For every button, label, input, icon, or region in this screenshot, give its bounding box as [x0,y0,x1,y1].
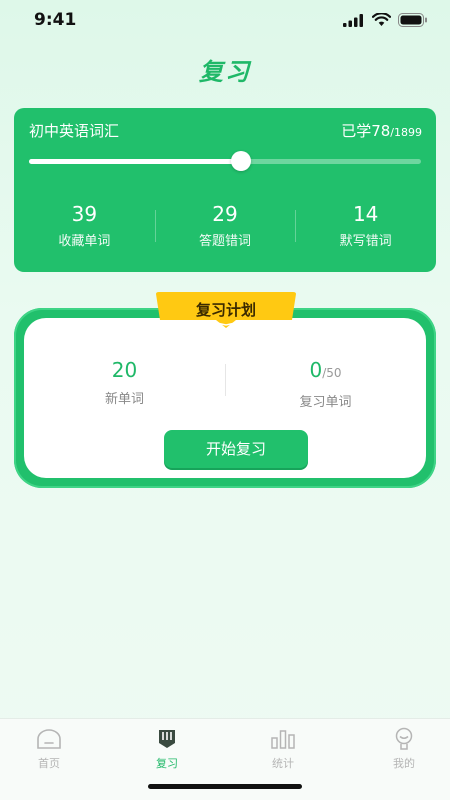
plan-review-words: 0/50 复习单词 [225,358,426,410]
new-words-value: 20 [111,358,138,382]
battery-icon [398,13,427,27]
home-icon [9,727,89,751]
tab-stats[interactable]: 统计 [243,727,323,771]
tab-home[interactable]: 首页 [9,727,89,771]
vocab-book-name[interactable]: 初中英语词汇 [29,120,119,141]
learned-total: /1899 [390,126,422,139]
stats-icon [243,727,323,751]
tab-label: 复习 [156,757,178,770]
progress-thumb[interactable] [230,151,251,171]
stat-label: 默写错词 [339,234,392,249]
tab-profile[interactable]: 我的 [364,727,444,771]
stat-label: 收藏单词 [58,234,111,249]
review-words-label: 复习单词 [299,395,352,410]
home-indicator [148,784,302,789]
tab-label: 我的 [393,757,415,770]
review-icon [127,727,207,751]
review-words-total: /50 [322,366,342,380]
progress-track [29,151,421,171]
status-time: 9:41 [34,10,77,30]
review-words-value: 0 [309,358,323,382]
tab-label: 首页 [38,757,60,770]
stat-value: 39 [71,202,98,226]
progress-fill [29,159,241,164]
signal-icon [343,13,363,27]
learned-count: 已学78/1899 [341,120,422,141]
wifi-icon [372,13,391,26]
stat-favorites[interactable]: 39 收藏单词 [14,202,155,252]
learned-value: 已学78 [341,122,391,140]
review-plan-card: 20 新单词 0/50 复习单词 开始复习 [14,308,436,488]
tab-label: 统计 [272,757,294,770]
vocab-stats: 39 收藏单词 29 答题错词 14 默写错词 [14,202,436,252]
new-words-label: 新单词 [104,392,144,407]
stat-dictation-errors[interactable]: 14 默写错词 [295,202,436,252]
start-review-button[interactable]: 开始复习 [164,430,308,468]
stat-answer-errors[interactable]: 29 答题错词 [154,202,296,252]
stat-label: 答题错词 [199,234,252,249]
plan-new-words: 20 新单词 [24,358,225,408]
page-title: 复习 [199,58,251,86]
tab-review[interactable]: 复习 [127,727,207,771]
plan-stats: 20 新单词 0/50 复习单词 [24,358,426,410]
review-plan-panel: 20 新单词 0/50 复习单词 开始复习 [24,318,426,478]
review-words-count: 0/50 [225,358,426,385]
stat-value: 29 [212,202,238,226]
stat-value: 14 [352,202,379,226]
vocab-book-card[interactable]: 初中英语词汇 已学78/1899 39 收藏单词 29 答题错词 14 默写错词 [14,108,436,272]
profile-icon [364,727,444,751]
status-bar: 9:41 [0,0,450,44]
review-plan-ribbon: 复习计划 [156,292,296,328]
review-plan-title: 复习计划 [195,301,256,319]
status-icons [343,13,428,27]
